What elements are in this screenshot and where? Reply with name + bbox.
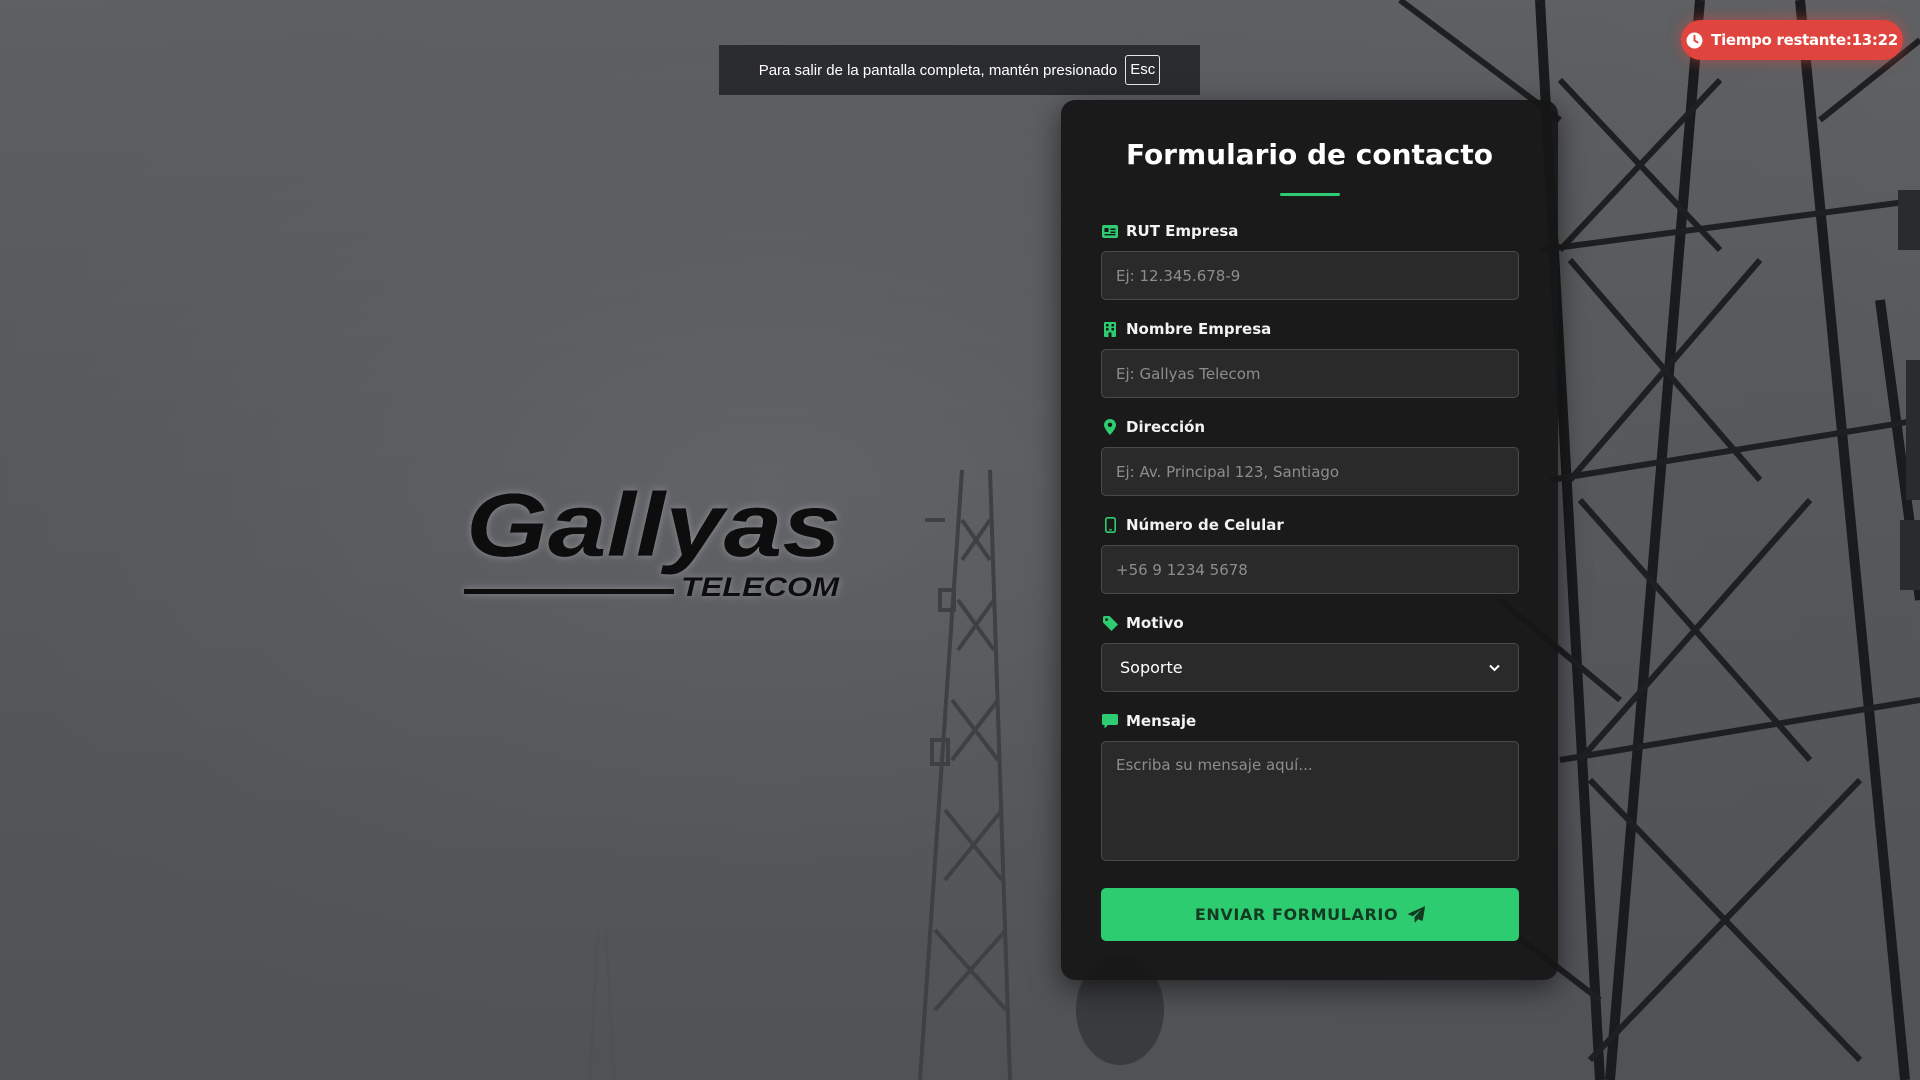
paper-plane-icon	[1408, 906, 1426, 923]
company-name-label-text: Nombre Empresa	[1126, 320, 1272, 338]
reason-label-text: Motivo	[1126, 614, 1184, 632]
esc-key-hint: Esc	[1125, 55, 1161, 85]
time-remaining-badge: Tiempo restante:13:22	[1681, 20, 1903, 60]
fullscreen-notice-text: Para salir de la pantalla completa, mant…	[758, 61, 1118, 79]
reason-select[interactable]: Soporte	[1101, 643, 1519, 692]
id-card-icon	[1101, 224, 1119, 238]
message-label-text: Mensaje	[1126, 712, 1197, 730]
message-textarea[interactable]	[1101, 741, 1519, 861]
phone-label: Número de Celular	[1101, 516, 1284, 534]
title-underline	[1280, 193, 1340, 196]
address-input[interactable]	[1101, 447, 1519, 496]
submit-form-button[interactable]: ENVIAR FORMULARIO	[1101, 888, 1519, 941]
rut-label: RUT Empresa	[1101, 222, 1238, 240]
phone-input[interactable]	[1101, 545, 1519, 594]
time-remaining-label: Tiempo restante:13:22	[1711, 31, 1898, 49]
map-pin-icon	[1101, 419, 1119, 435]
gallyas-telecom-logo: Gallyas TELECOM	[464, 476, 841, 602]
address-label: Dirección	[1101, 418, 1205, 436]
fullscreen-exit-notice: Para salir de la pantalla completa, mant…	[719, 45, 1200, 95]
logo-wordmark: Gallyas	[466, 476, 841, 576]
company-name-label: Nombre Empresa	[1101, 320, 1271, 338]
contact-form-card: Formulario de contacto RUT Empresa Nombr…	[1061, 100, 1558, 980]
rut-input[interactable]	[1101, 251, 1519, 300]
logo-tagline: TELECOM	[681, 572, 840, 602]
reason-selected-value: Soporte	[1120, 658, 1183, 677]
address-label-text: Dirección	[1126, 418, 1206, 436]
submit-button-label: ENVIAR FORMULARIO	[1194, 905, 1399, 924]
message-label: Mensaje	[1101, 712, 1196, 730]
form-title: Formulario de contacto	[1125, 138, 1494, 171]
page: Para salir de la pantalla completa, mant…	[0, 0, 1920, 1080]
tag-icon	[1101, 615, 1119, 631]
background-towers-image	[0, 0, 1920, 1080]
chevron-down-icon	[1489, 664, 1500, 671]
reason-label: Motivo	[1101, 614, 1184, 632]
clock-icon	[1686, 32, 1703, 48]
building-icon	[1101, 321, 1119, 337]
rut-label-text: RUT Empresa	[1126, 222, 1239, 240]
company-name-input[interactable]	[1101, 349, 1519, 398]
mobile-phone-icon	[1101, 517, 1119, 533]
phone-label-text: Número de Celular	[1126, 516, 1284, 534]
comment-icon	[1101, 713, 1119, 729]
